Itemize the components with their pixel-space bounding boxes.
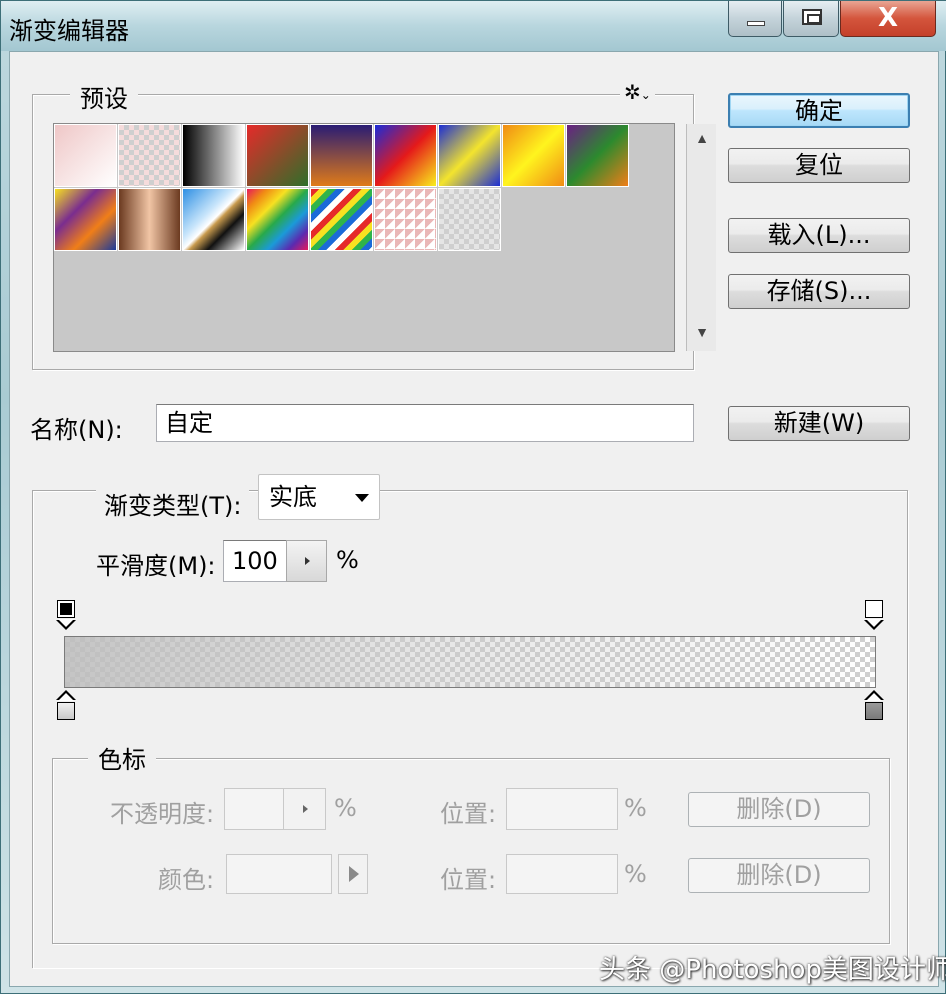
chevron-right-icon [349, 866, 359, 882]
preset-swatch-transparent-rainbow[interactable] [310, 188, 373, 251]
preset-swatch-blue-red-yellow[interactable] [374, 124, 437, 187]
presets-list[interactable]: ▲ ▼ [53, 123, 716, 352]
maximize-button[interactable] [783, 1, 839, 37]
watermark: 头条 @Photoshop美图设计师 [599, 955, 946, 985]
opacity-location-input[interactable] [506, 788, 618, 830]
delete-color-stop-button[interactable]: 删除(D) [688, 858, 870, 893]
scroll-down-icon[interactable]: ▼ [687, 324, 717, 340]
dialog-client: 预设 ✲⌄ ▲ ▼ 确定 复位 载入(L)... 存储(S)... 名称(N):… [9, 51, 939, 987]
stops-legend: 色标 [88, 740, 156, 775]
ok-button[interactable]: 确定 [728, 93, 910, 128]
gradient-type-value: 实底 [269, 483, 317, 511]
color-swatch[interactable] [226, 854, 332, 894]
preset-swatch-blue-yellow-blue[interactable] [438, 124, 501, 187]
chevron-down-icon: ⌄ [640, 88, 651, 102]
save-button[interactable]: 存储(S)... [728, 274, 910, 309]
name-label: 名称(N): [30, 416, 123, 444]
minimize-icon [747, 21, 765, 26]
preset-swatch-violet-to-orange[interactable] [310, 124, 373, 187]
preset-swatch-yellow-violet-orange-blue[interactable] [54, 188, 117, 251]
close-icon: X [877, 3, 899, 33]
maximize-icon [802, 9, 822, 25]
title-bar[interactable]: 渐变编辑器 X [1, 1, 946, 51]
opacity-unit: % [334, 794, 357, 822]
color-stop-right[interactable] [863, 690, 885, 724]
window-title: 渐变编辑器 [9, 17, 129, 45]
preset-swatch-red-to-green[interactable] [246, 124, 309, 187]
preset-swatch-copper[interactable] [118, 188, 181, 251]
preset-swatch-transparent-stripes[interactable] [374, 188, 437, 251]
load-button[interactable]: 载入(L)... [728, 218, 910, 253]
preset-swatch-spectrum[interactable] [246, 188, 309, 251]
opacity-label: 不透明度: [110, 800, 215, 828]
gradient-type-label: 渐变类型(T): [96, 486, 250, 521]
chevron-down-icon [355, 494, 369, 502]
presets-legend: 预设 [70, 79, 138, 114]
gradient-type-select[interactable]: 实底 [258, 474, 380, 520]
scroll-up-icon[interactable]: ▲ [687, 130, 717, 146]
gradient-preview-bar[interactable] [64, 636, 876, 688]
chevron-right-icon [304, 557, 310, 565]
stops-group [52, 758, 890, 944]
color-stop-left[interactable] [55, 690, 77, 724]
preset-swatch-chrome[interactable] [182, 188, 245, 251]
opacity-location-unit: % [624, 794, 647, 822]
opacity-stop-right[interactable] [863, 600, 885, 634]
name-input[interactable]: 自定 [156, 404, 694, 442]
opacity-stop-left[interactable] [55, 600, 77, 634]
preset-swatch-foreground-to-transparent-pink[interactable] [54, 124, 117, 187]
reset-button[interactable]: 复位 [728, 148, 910, 183]
smoothness-label: 平滑度(M): [96, 552, 216, 580]
color-location-label: 位置: [440, 866, 497, 894]
dialog-window: 渐变编辑器 X 预设 ✲⌄ ▲ ▼ 确定 复位 载入(L)... 存储(S)..… [0, 0, 946, 994]
preset-swatch-transparent-checker-pink[interactable] [118, 124, 181, 187]
opacity-input[interactable] [224, 788, 284, 830]
preset-swatch-orange-yellow-orange[interactable] [502, 124, 565, 187]
preset-swatch-black-to-white[interactable] [182, 124, 245, 187]
presets-menu-button[interactable]: ✲⌄ [620, 80, 655, 104]
new-button[interactable]: 新建(W) [728, 406, 910, 441]
color-location-input[interactable] [506, 854, 618, 894]
close-button[interactable]: X [840, 1, 936, 37]
smoothness-unit: % [336, 546, 359, 574]
gear-icon: ✲ [624, 80, 641, 104]
minimize-button[interactable] [728, 1, 782, 37]
chevron-right-icon [302, 805, 308, 813]
presets-scrollbar[interactable]: ▲ ▼ [686, 124, 716, 351]
delete-opacity-stop-button[interactable]: 删除(D) [688, 792, 870, 827]
opacity-location-label: 位置: [440, 800, 497, 828]
smoothness-slider-button[interactable] [286, 540, 327, 582]
color-picker-button[interactable] [338, 854, 368, 894]
opacity-slider-button[interactable] [283, 788, 326, 830]
smoothness-input[interactable]: 100 [223, 540, 287, 582]
preset-swatch-violet-green-orange[interactable] [566, 124, 629, 187]
preset-swatch-neutral-density[interactable] [438, 188, 501, 251]
color-label: 颜色: [158, 866, 215, 894]
color-location-unit: % [624, 860, 647, 888]
gradient-fill [65, 637, 875, 687]
